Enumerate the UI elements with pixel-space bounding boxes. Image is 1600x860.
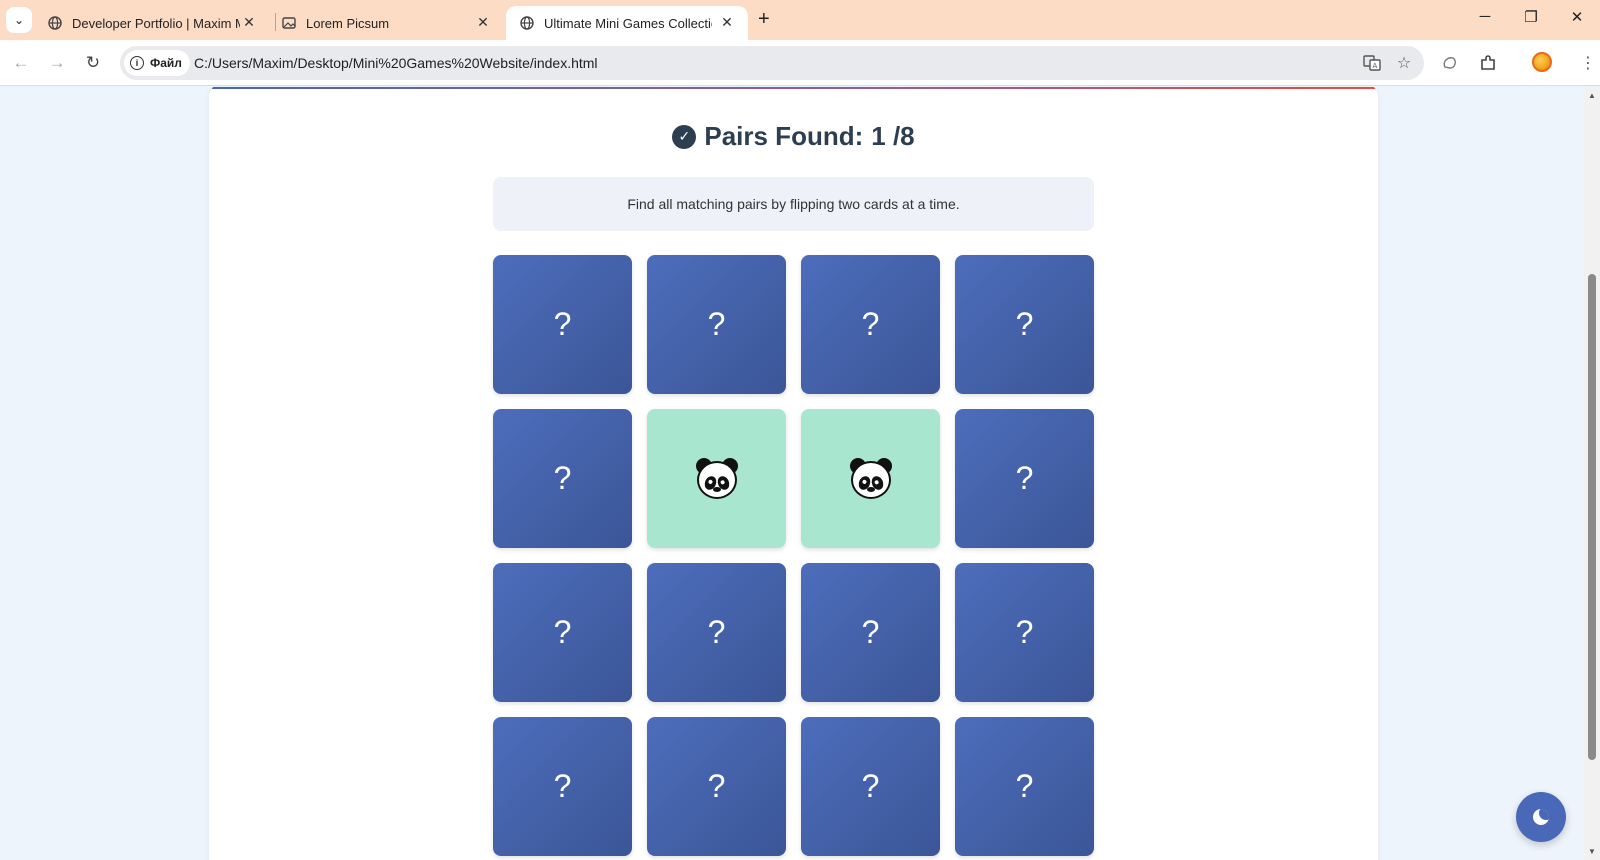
check-circle-icon: ✓: [672, 124, 697, 149]
close-icon[interactable]: ✕: [240, 14, 258, 31]
memory-card[interactable]: ?: [493, 563, 632, 702]
close-icon[interactable]: ✕: [718, 14, 736, 31]
tab-lorem-picsum[interactable]: Lorem Picsum ✕: [268, 6, 504, 40]
scrollbar-thumb[interactable]: [1588, 274, 1596, 760]
memory-card[interactable]: ?: [647, 563, 786, 702]
card-symbol: ?: [1015, 306, 1034, 342]
memory-card[interactable]: ?: [801, 717, 940, 856]
instructions-box: Find all matching pairs by flipping two …: [493, 177, 1094, 231]
minimize-button[interactable]: ─: [1470, 8, 1500, 25]
panda-icon: [694, 456, 740, 502]
card-symbol: ?: [553, 768, 572, 804]
profile-avatar[interactable]: [1532, 52, 1552, 72]
restore-button[interactable]: ❐: [1516, 8, 1546, 26]
memory-card-matched[interactable]: [801, 409, 940, 548]
pairs-value: 1 /8: [871, 121, 915, 151]
memory-card[interactable]: ?: [955, 409, 1094, 548]
tab-title: Developer Portfolio | Maxim Mk: [72, 15, 240, 31]
card-symbol: ?: [707, 306, 726, 342]
page-viewport: ✓ Pairs Found: 1 /8 Find all matching pa…: [0, 87, 1584, 860]
memory-card[interactable]: ?: [493, 717, 632, 856]
address-bar[interactable]: i Файл C:/Users/Maxim/Desktop/Mini%20Gam…: [120, 46, 1424, 80]
scroll-up-arrow-icon[interactable]: ▲: [1588, 91, 1596, 100]
theme-toggle-button[interactable]: [1516, 792, 1566, 842]
translate-icon[interactable]: A: [1362, 53, 1382, 73]
card-symbol: ?: [861, 768, 880, 804]
tab-title: Lorem Picsum: [306, 15, 390, 31]
tab-strip: ⌄ Developer Portfolio | Maxim Mk ✕ Lorem…: [0, 0, 1600, 40]
svg-text:A: A: [1373, 62, 1378, 70]
globe-icon: [48, 16, 62, 30]
reload-button[interactable]: ↻: [80, 50, 106, 76]
browser-toolbar: ← → ↻ i Файл C:/Users/Maxim/Desktop/Mini…: [0, 40, 1600, 86]
close-icon[interactable]: ✕: [474, 14, 492, 31]
memory-card[interactable]: ?: [493, 255, 632, 394]
memory-card[interactable]: ?: [955, 255, 1094, 394]
close-window-button[interactable]: ✕: [1562, 8, 1592, 26]
chevron-down-icon: ⌄: [13, 13, 25, 27]
forward-button[interactable]: →: [44, 50, 70, 76]
tab-search-button[interactable]: ⌄: [6, 7, 32, 33]
card-symbol: ?: [861, 306, 880, 342]
card-symbol: ?: [553, 306, 572, 342]
scrollbar[interactable]: ▲ ▼: [1584, 87, 1600, 860]
memory-card[interactable]: ?: [647, 717, 786, 856]
game-panel: ✓ Pairs Found: 1 /8 Find all matching pa…: [209, 87, 1378, 860]
tab-title: Ultimate Mini Games Collection: [544, 15, 712, 31]
card-symbol: ?: [1015, 460, 1034, 496]
pairs-label: Pairs Found:: [704, 121, 864, 151]
globe-icon: [520, 16, 534, 30]
memory-card[interactable]: ?: [801, 255, 940, 394]
panda-icon: [848, 456, 894, 502]
memory-card[interactable]: ?: [493, 409, 632, 548]
memory-card[interactable]: ?: [955, 563, 1094, 702]
tab-ultimate-mini-games[interactable]: Ultimate Mini Games Collection ✕: [506, 6, 748, 40]
reload-icon: ↻: [85, 53, 101, 72]
url-text[interactable]: C:/Users/Maxim/Desktop/Mini%20Games%20We…: [194, 55, 598, 71]
moon-icon: [1533, 809, 1549, 825]
image-icon: [282, 16, 296, 30]
bookmark-star-icon[interactable]: ☆: [1394, 53, 1414, 73]
tab-developer-portfolio[interactable]: Developer Portfolio | Maxim Mk ✕: [34, 6, 270, 40]
memory-card[interactable]: ?: [955, 717, 1094, 856]
card-symbol: ?: [553, 614, 572, 650]
instructions-text: Find all matching pairs by flipping two …: [627, 196, 960, 212]
card-grid: ??????????????: [493, 255, 1094, 856]
back-button[interactable]: ←: [8, 50, 34, 76]
scroll-down-arrow-icon[interactable]: ▼: [1588, 847, 1596, 856]
card-symbol: ?: [707, 768, 726, 804]
card-symbol: ?: [1015, 614, 1034, 650]
card-symbol: ?: [707, 614, 726, 650]
arrow-right-icon: →: [48, 53, 66, 72]
site-info-chip[interactable]: i Файл: [124, 50, 190, 76]
extension-icon[interactable]: [1438, 52, 1462, 74]
card-symbol: ?: [553, 460, 572, 496]
memory-card[interactable]: ?: [647, 255, 786, 394]
arrow-left-icon: ←: [12, 53, 30, 72]
accent-bar: [209, 87, 1378, 89]
kebab-menu-icon[interactable]: ⋮: [1576, 52, 1600, 74]
memory-card[interactable]: ?: [801, 563, 940, 702]
info-icon: i: [130, 56, 144, 70]
puzzle-icon[interactable]: [1476, 52, 1500, 74]
new-tab-button[interactable]: +: [758, 8, 770, 31]
memory-card-matched[interactable]: [647, 409, 786, 548]
card-symbol: ?: [861, 614, 880, 650]
pairs-counter: ✓ Pairs Found: 1 /8: [209, 121, 1378, 152]
card-symbol: ?: [1015, 768, 1034, 804]
site-info-label: Файл: [150, 56, 182, 70]
